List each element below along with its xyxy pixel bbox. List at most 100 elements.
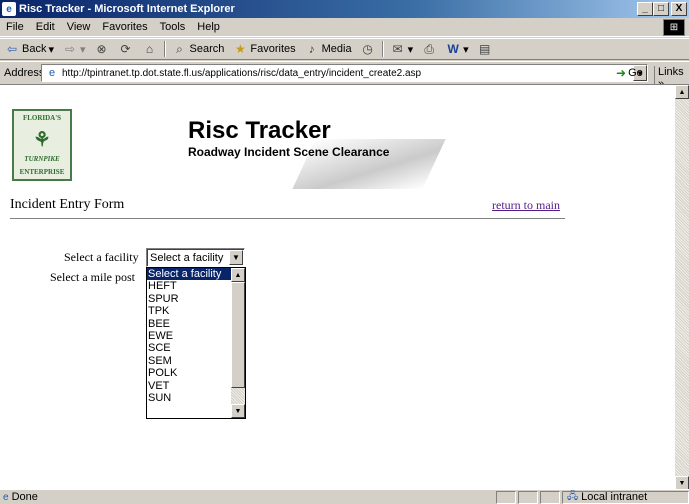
ie-icon: e — [2, 2, 16, 16]
facility-option[interactable]: POLK — [147, 367, 231, 379]
dropdown-scrollbar[interactable]: ▲ ▼ — [231, 268, 245, 418]
windows-logo-icon: ⊞ — [663, 19, 685, 36]
banner-title: Risc Tracker — [188, 117, 331, 144]
address-input[interactable]: e http://tpintranet.tp.dot.state.fl.us/a… — [41, 64, 648, 82]
address-url[interactable]: http://tpintranet.tp.dot.state.fl.us/app… — [62, 68, 633, 79]
stop-icon: ⊗ — [96, 42, 107, 56]
media-label: Media — [321, 43, 352, 55]
facility-option[interactable]: TPK — [147, 305, 231, 317]
turnpike-logo: FLORIDA'S ⚘ TURNPIKE ENTERPRISE — [12, 109, 72, 181]
security-zone: 🖧 Local intranet — [562, 490, 689, 504]
search-icon: ⌕ — [176, 41, 183, 56]
menu-favorites[interactable]: Favorites — [96, 21, 153, 33]
facility-option[interactable]: SCE — [147, 342, 231, 354]
search-button[interactable]: ⌕ Search — [168, 41, 229, 57]
go-button[interactable]: ➜ Go — [616, 66, 643, 80]
home-icon: ⌂ — [145, 42, 154, 56]
app-banner: Risc Tracker Roadway Incident Scene Clea… — [184, 117, 446, 195]
menu-view[interactable]: View — [61, 21, 97, 33]
scroll-down-icon[interactable]: ▼ — [231, 404, 245, 418]
favorites-star-icon: ★ — [235, 42, 246, 56]
scroll-thumb[interactable] — [231, 282, 245, 388]
print-icon: ⎙ — [424, 41, 434, 56]
go-arrow-icon: ➜ — [616, 66, 627, 80]
favorites-label: Favorites — [250, 43, 296, 55]
history-icon: ◷ — [362, 42, 373, 56]
discuss-button[interactable]: ▤ — [473, 41, 497, 57]
scroll-down-icon[interactable]: ▼ — [675, 476, 689, 490]
address-bar: Address e http://tpintranet.tp.dot.state… — [0, 61, 689, 90]
status-cell — [540, 490, 560, 504]
title-bar: e Risc Tracker - Microsoft Internet Expl… — [0, 0, 689, 18]
mail-button[interactable]: ✉ ▾ — [386, 41, 418, 57]
page-title: Incident Entry Form — [10, 197, 125, 212]
scroll-up-icon[interactable]: ▲ — [675, 85, 689, 99]
facility-option[interactable]: HEFT — [147, 280, 231, 292]
menu-tools[interactable]: Tools — [154, 21, 192, 33]
back-button[interactable]: ⇦ Back ▾ — [0, 41, 58, 57]
florida-map-icon: ⚘ — [33, 126, 51, 151]
refresh-button[interactable]: ⟳ — [114, 41, 138, 57]
chevron-down-icon[interactable]: ▼ — [229, 250, 243, 265]
facility-label: Select a facility — [64, 250, 139, 264]
toolbar-separator — [163, 41, 166, 57]
page-scrollbar[interactable]: ▲ ▼ — [675, 85, 689, 490]
zone-label: Local intranet — [581, 491, 648, 503]
close-button[interactable]: X — [671, 2, 687, 16]
word-icon: W — [447, 42, 459, 56]
facility-option[interactable]: VET — [147, 380, 231, 392]
scroll-up-icon[interactable]: ▲ — [231, 268, 245, 282]
stop-button[interactable]: ⊗ — [90, 41, 114, 57]
print-button[interactable]: ⎙ — [417, 41, 441, 57]
web-page: FLORIDA'S ⚘ TURNPIKE ENTERPRISE Risc Tra… — [0, 85, 675, 490]
status-text: Done — [11, 491, 38, 503]
facility-option[interactable]: Select a facility — [147, 268, 231, 281]
status-cell — [496, 490, 516, 504]
window-title: Risc Tracker - Microsoft Internet Explor… — [19, 3, 235, 15]
media-icon: ♪ — [308, 42, 315, 56]
home-button[interactable]: ⌂ — [138, 41, 162, 57]
menu-edit[interactable]: Edit — [30, 21, 61, 33]
intranet-icon: 🖧 — [567, 490, 579, 502]
forward-arrow-icon: ⇨ — [64, 42, 76, 56]
page-done-icon: e — [3, 491, 9, 503]
facility-option[interactable]: BEE — [147, 318, 231, 330]
status-cell — [518, 490, 538, 504]
return-to-main-link[interactable]: return to main — [492, 198, 560, 213]
facility-option[interactable]: SUN — [147, 392, 231, 404]
refresh-icon: ⟳ — [120, 42, 131, 56]
chevron-down-icon[interactable]: ▾ — [48, 43, 54, 56]
facility-option[interactable]: SEM — [147, 355, 231, 367]
browser-viewport: FLORIDA'S ⚘ TURNPIKE ENTERPRISE Risc Tra… — [0, 84, 689, 490]
chevron-down-icon[interactable]: ▾ — [463, 43, 469, 56]
facility-option[interactable]: SPUR — [147, 293, 231, 305]
search-label: Search — [189, 43, 225, 55]
media-button[interactable]: ♪ Media — [300, 41, 356, 57]
menu-help[interactable]: Help — [191, 21, 226, 33]
banner-subtitle: Roadway Incident Scene Clearance — [188, 145, 390, 159]
chevron-down-icon[interactable]: ▾ — [80, 43, 86, 56]
milepost-label: Select a mile post — [50, 270, 135, 284]
maximize-button[interactable]: □ — [653, 2, 669, 16]
chevron-down-icon[interactable]: ▾ — [408, 43, 414, 56]
favorites-button[interactable]: ★ Favorites — [228, 41, 299, 57]
menu-file[interactable]: File — [0, 21, 30, 33]
status-section: e Done — [0, 491, 496, 503]
window-controls: _ □ X — [637, 2, 687, 16]
discuss-icon: ▤ — [479, 42, 491, 56]
facility-option[interactable]: EWE — [147, 330, 231, 342]
status-bar: e Done 🖧 Local intranet — [0, 489, 689, 504]
history-button[interactable]: ◷ — [356, 41, 380, 57]
links-label: Links — [658, 66, 684, 78]
back-label: Back — [22, 43, 47, 55]
facility-select[interactable]: Select a facility ▼ — [146, 248, 245, 267]
edit-word-button[interactable]: W ▾ — [441, 41, 473, 57]
minimize-button[interactable]: _ — [637, 2, 653, 16]
menu-bar: File Edit View Favorites Tools Help ⊞ — [0, 18, 689, 37]
logo-text-top: FLORIDA'S — [22, 114, 62, 122]
back-arrow-icon: ⇦ — [6, 42, 18, 56]
facility-dropdown-list: Select a facility HEFT SPUR TPK BEE EWE … — [146, 267, 246, 419]
mail-icon: ✉ — [392, 42, 403, 56]
facility-select-value: Select a facility — [150, 251, 224, 264]
forward-button[interactable]: ⇨ ▾ — [58, 41, 90, 57]
